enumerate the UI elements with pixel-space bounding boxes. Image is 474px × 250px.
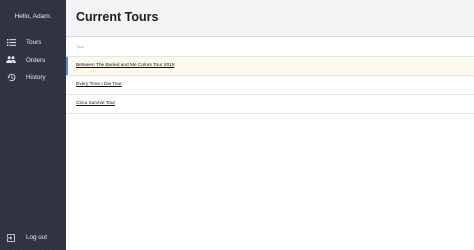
greeting-text: Hello, Adam. (14, 13, 52, 20)
tour-link[interactable]: Circa Survive Tour (76, 101, 115, 106)
tours-table: Tour Between The Buried and Me Colors To… (66, 37, 474, 114)
sidebar-item-label: Orders (26, 56, 46, 64)
sidebar: Hello, Adam. Tours Orders History Log ou… (0, 0, 66, 250)
logout-icon (6, 233, 16, 243)
table-row[interactable]: Between The Buried and Me Colors Tour 20… (66, 57, 474, 76)
table-row[interactable]: Every Time I Die Tour (66, 76, 474, 95)
list-icon (6, 37, 16, 47)
page-title: Current Tours (76, 10, 159, 24)
sidebar-item-label: History (26, 74, 46, 82)
tour-link[interactable]: Every Time I Die Tour (76, 82, 122, 87)
tour-link[interactable]: Between The Buried and Me Colors Tour 20… (76, 63, 175, 68)
sidebar-item-history[interactable]: History (0, 69, 66, 87)
history-icon (6, 72, 16, 82)
sidebar-item-orders[interactable]: Orders (0, 52, 66, 70)
page-header: Current Tours (66, 0, 474, 37)
table-row[interactable]: Circa Survive Tour (66, 95, 474, 114)
sidebar-item-tours[interactable]: Tours (0, 34, 66, 52)
sidebar-item-label: Tours (26, 39, 42, 47)
table-column-header: Tour (66, 37, 474, 57)
logout-button[interactable]: Log out (0, 231, 66, 245)
logout-label: Log out (26, 234, 48, 241)
sidebar-nav: Tours Orders History (0, 34, 66, 87)
people-icon (6, 55, 16, 65)
column-header-tour: Tour (76, 44, 84, 49)
